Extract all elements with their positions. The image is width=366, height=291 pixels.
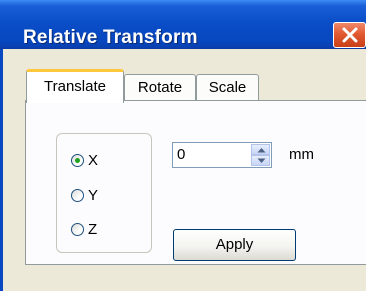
relative-transform-dialog: Relative Transform Translate Rotate Scal…: [0, 0, 366, 291]
close-icon: [342, 27, 358, 43]
tab-rotate-label: Rotate: [137, 79, 183, 96]
amount-stepper[interactable]: 0: [172, 142, 272, 168]
spin-buttons: [251, 144, 270, 166]
spin-up-button[interactable]: [251, 144, 270, 155]
close-button[interactable]: [333, 22, 366, 48]
chevron-down-icon: [257, 158, 266, 163]
tab-translate-label: Translate: [44, 78, 106, 95]
apply-button[interactable]: Apply: [173, 229, 296, 261]
tab-rotate[interactable]: Rotate: [124, 74, 196, 102]
amount-value[interactable]: 0: [177, 146, 185, 163]
tab-scale[interactable]: Scale: [196, 74, 259, 102]
unit-label: mm: [289, 146, 314, 163]
chevron-up-icon: [257, 148, 266, 153]
title-bar[interactable]: Relative Transform: [0, 0, 366, 49]
radio-y-indicator[interactable]: [71, 189, 84, 202]
tab-scale-label: Scale: [208, 79, 247, 96]
radio-x-label: X: [88, 152, 99, 169]
window-title: Relative Transform: [23, 27, 198, 48]
radio-selected-dot: [75, 158, 80, 163]
radio-y-label: Y: [88, 187, 99, 204]
spin-down-button[interactable]: [251, 155, 270, 166]
radio-z-indicator[interactable]: [71, 223, 84, 236]
radio-x-indicator[interactable]: [71, 154, 84, 167]
radio-z-label: Z: [88, 221, 98, 238]
tab-translate[interactable]: Translate: [26, 69, 124, 103]
